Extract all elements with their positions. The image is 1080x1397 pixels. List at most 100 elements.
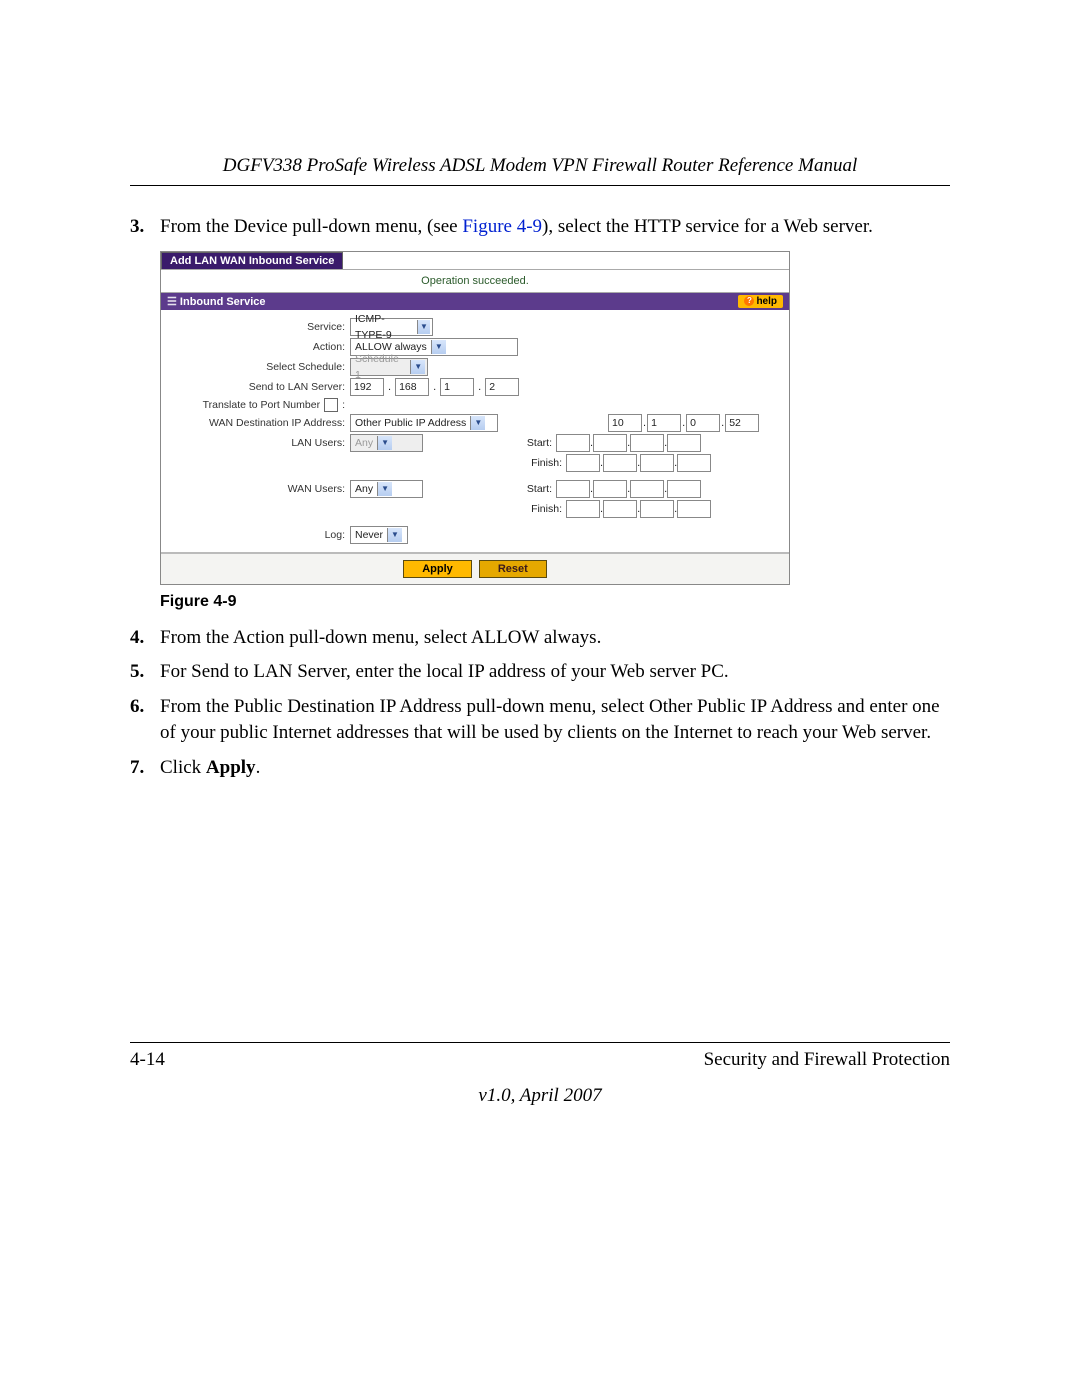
lan-finish-3[interactable] — [640, 454, 674, 472]
footer-version: v1.0, April 2007 — [130, 1085, 950, 1107]
apply-button[interactable]: Apply — [403, 560, 472, 578]
send-ip-1[interactable]: 192 — [350, 378, 384, 396]
row-wanusers-finish: Finish: . . . — [167, 500, 783, 518]
lan-start-1[interactable] — [556, 434, 590, 452]
tab-bar: Add LAN WAN Inbound Service — [161, 252, 789, 269]
step-number: 3. — [130, 214, 160, 241]
label-schedule: Select Schedule: — [167, 361, 350, 373]
page-footer: 4-14 Security and Firewall Protection v1… — [130, 1034, 950, 1107]
wan-ip-3[interactable]: 0 — [686, 414, 720, 432]
row-service: Service: ICMP-TYPE-9▼ — [167, 318, 783, 336]
step-3-post: ), select the HTTP service for a Web ser… — [542, 216, 873, 237]
step-list: 3. From the Device pull-down menu, (see … — [130, 214, 950, 241]
step-text: From the Action pull-down menu, select A… — [160, 625, 950, 652]
footer-section: Security and Firewall Protection — [704, 1049, 950, 1071]
figure-reference-link[interactable]: Figure 4-9 — [462, 216, 542, 237]
wan-start-4[interactable] — [667, 480, 701, 498]
send-ip-3[interactable]: 1 — [440, 378, 474, 396]
step-text: For Send to LAN Server, enter the local … — [160, 659, 950, 686]
row-translate: Translate to Port Number : — [167, 398, 783, 412]
label-lanusers: LAN Users: — [167, 437, 350, 449]
label-service: Service: — [167, 321, 350, 333]
row-action: Action: ALLOW always▼ — [167, 338, 783, 356]
page-number: 4-14 — [130, 1049, 165, 1071]
lanusers-select: Any▼ — [350, 434, 423, 452]
label-wanip: WAN Destination IP Address: — [167, 417, 350, 429]
step-text: From the Public Destination IP Address p… — [160, 694, 950, 747]
schedule-select: Schedule 1▼ — [350, 358, 428, 376]
chevron-down-icon: ▼ — [377, 436, 392, 450]
step-list-cont: 4. From the Action pull-down menu, selec… — [130, 625, 950, 782]
translate-colon: : — [342, 399, 345, 411]
chevron-down-icon: ▼ — [410, 360, 425, 374]
wan-ip-2[interactable]: 1 — [647, 414, 681, 432]
label-wanusers: WAN Users: — [167, 483, 350, 495]
wan-finish-3[interactable] — [640, 500, 674, 518]
step-number: 7. — [130, 755, 160, 782]
page: DGFV338 ProSafe Wireless ADSL Modem VPN … — [0, 0, 1080, 782]
row-log: Log: Never▼ — [167, 526, 783, 544]
wan-start-1[interactable] — [556, 480, 590, 498]
manual-title: DGFV338 ProSafe Wireless ADSL Modem VPN … — [130, 155, 950, 177]
step-6: 6. From the Public Destination IP Addres… — [130, 694, 950, 747]
wan-ip-1[interactable]: 10 — [608, 414, 642, 432]
lan-start-3[interactable] — [630, 434, 664, 452]
row-schedule: Select Schedule: Schedule 1▼ — [167, 358, 783, 376]
step-3-pre: From the Device pull-down menu, (see — [160, 216, 462, 237]
chevron-down-icon: ▼ — [431, 340, 446, 354]
wan-start-2[interactable] — [593, 480, 627, 498]
step-7: 7. Click Apply. — [130, 755, 950, 782]
header-rule — [130, 185, 950, 186]
wanusers-select[interactable]: Any▼ — [350, 480, 423, 498]
translate-checkbox[interactable] — [324, 398, 338, 412]
wan-start-3[interactable] — [630, 480, 664, 498]
chevron-down-icon: ▼ — [387, 528, 402, 542]
row-wanusers: WAN Users: Any▼ Start: . . . — [167, 480, 783, 498]
wanip-select[interactable]: Other Public IP Address▼ — [350, 414, 498, 432]
figure-4-9: Add LAN WAN Inbound Service Operation su… — [160, 251, 950, 611]
lan-finish-1[interactable] — [566, 454, 600, 472]
step-text: From the Device pull-down menu, (see Fig… — [160, 214, 950, 241]
service-select[interactable]: ICMP-TYPE-9▼ — [350, 318, 433, 336]
section-header: ☰ Inbound Service help — [161, 293, 789, 310]
send-ip-2[interactable]: 168 — [395, 378, 429, 396]
chevron-down-icon: ▼ — [377, 482, 392, 496]
label-action: Action: — [167, 341, 350, 353]
help-button[interactable]: help — [738, 295, 783, 308]
reset-button[interactable]: Reset — [479, 560, 547, 578]
send-ip-4[interactable]: 2 — [485, 378, 519, 396]
lan-finish-2[interactable] — [603, 454, 637, 472]
section-title: ☰ Inbound Service — [167, 295, 266, 308]
form-body: Service: ICMP-TYPE-9▼ Action: ALLOW alwa… — [161, 310, 789, 553]
label-finish: Finish: — [516, 457, 566, 469]
step-number: 6. — [130, 694, 160, 747]
footer-rule — [130, 1042, 950, 1043]
chevron-down-icon: ▼ — [417, 320, 430, 334]
row-lanusers-finish: Finish: . . . — [167, 454, 783, 472]
lan-finish-4[interactable] — [677, 454, 711, 472]
wan-finish-4[interactable] — [677, 500, 711, 518]
row-sendto: Send to LAN Server: 192. 168. 1. 2 — [167, 378, 783, 396]
screenshot: Add LAN WAN Inbound Service Operation su… — [160, 251, 790, 585]
wan-finish-1[interactable] — [566, 500, 600, 518]
label-translate: Translate to Port Number — [203, 399, 321, 411]
wan-ip-4[interactable]: 52 — [725, 414, 759, 432]
step-4: 4. From the Action pull-down menu, selec… — [130, 625, 950, 652]
wan-finish-2[interactable] — [603, 500, 637, 518]
tab-add-inbound-service[interactable]: Add LAN WAN Inbound Service — [161, 252, 343, 269]
figure-caption: Figure 4-9 — [160, 593, 950, 611]
operation-message: Operation succeeded. — [161, 269, 789, 293]
apply-text: Apply — [206, 757, 256, 778]
lan-start-4[interactable] — [667, 434, 701, 452]
step-number: 4. — [130, 625, 160, 652]
button-bar: Apply Reset — [161, 553, 789, 584]
log-select[interactable]: Never▼ — [350, 526, 408, 544]
step-3: 3. From the Device pull-down menu, (see … — [130, 214, 950, 241]
label-log: Log: — [167, 529, 350, 541]
lan-start-2[interactable] — [593, 434, 627, 452]
row-wanip: WAN Destination IP Address: Other Public… — [167, 414, 783, 432]
row-lanusers: LAN Users: Any▼ Start: . . . — [167, 434, 783, 452]
step-5: 5. For Send to LAN Server, enter the loc… — [130, 659, 950, 686]
label-start: Start: — [506, 437, 556, 449]
step-number: 5. — [130, 659, 160, 686]
